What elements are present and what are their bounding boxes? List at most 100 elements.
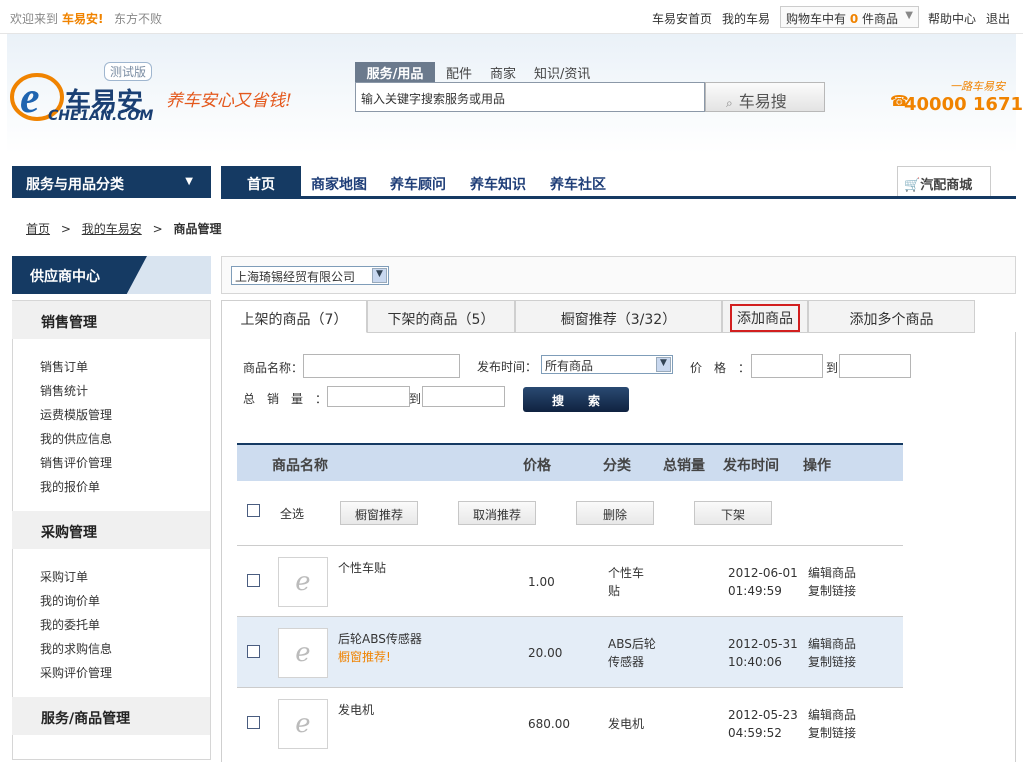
edit-product-link[interactable]: 编辑商品 (808, 706, 856, 724)
brand-link[interactable]: 车易安! (62, 10, 103, 27)
search-submit-button[interactable]: 搜 索 (523, 387, 629, 412)
logo-domain: CHE1AN.COM (48, 108, 154, 124)
tab-add-multiple[interactable]: 添加多个商品 (808, 300, 975, 333)
product-name[interactable]: 个性车贴 (338, 559, 386, 576)
cart-icon: 🛒 (904, 178, 921, 193)
breadcrumb-separator: > (60, 222, 71, 236)
filter-price-label: 价 格 ： (690, 361, 751, 375)
copy-link[interactable]: 复制链接 (808, 724, 856, 742)
product-thumbnail[interactable]: ℯ (278, 699, 328, 749)
sidebar-item-commissions[interactable]: 我的委托单 (40, 616, 100, 633)
breadcrumb: 首页 > 我的车易安 > 商品管理 (26, 220, 221, 237)
table-row (237, 617, 903, 687)
chevron-down-icon: ▼ (656, 357, 671, 372)
nav-shop-map[interactable]: 商家地图 (311, 174, 367, 194)
category-dropdown[interactable]: 服务与用品分类 ▼ (12, 166, 211, 198)
sidebar-item-purchase-orders[interactable]: 采购订单 (40, 568, 88, 585)
breadcrumb-account[interactable]: 我的车易安 (82, 222, 142, 236)
product-category: 发电机 (608, 717, 645, 731)
search-tab-parts[interactable]: 配件 (446, 63, 472, 82)
tab-showcase[interactable]: 橱窗推荐（3/32） (515, 300, 722, 333)
sales-min-input[interactable] (327, 386, 410, 407)
cart-label: 购物车中有 (786, 12, 847, 26)
sales-max-input[interactable] (422, 386, 505, 407)
my-account-link[interactable]: 我的车易 (722, 10, 770, 27)
filter-name-label: 商品名称： (243, 361, 304, 375)
publish-time-select[interactable]: 所有商品 ▼ (541, 355, 673, 374)
search-button[interactable]: ⌕ 车易搜 (705, 82, 825, 112)
product-category: ABS后轮传感器 (608, 637, 656, 669)
product-thumbnail[interactable]: ℯ (278, 557, 328, 607)
filter-time-label: 发布时间： (477, 360, 538, 374)
search-tab-shops[interactable]: 商家 (490, 63, 516, 82)
cart-count: 0 (849, 12, 859, 26)
copy-link[interactable]: 复制链接 (808, 653, 856, 671)
tab-off-sale[interactable]: 下架的商品（5） (367, 300, 515, 333)
logout-link[interactable]: 退出 (986, 10, 1010, 27)
help-link[interactable]: 帮助中心 (928, 10, 976, 27)
sidebar-item-sales-stats[interactable]: 销售统计 (40, 382, 88, 399)
copy-link[interactable]: 复制链接 (808, 582, 856, 600)
placeholder-logo-icon: ℯ (295, 709, 311, 739)
nav-community[interactable]: 养车社区 (550, 174, 606, 194)
tab-on-sale[interactable]: 上架的商品（7） (221, 300, 367, 333)
search-tab-knowledge[interactable]: 知识/资讯 (534, 63, 590, 82)
sidebar-group-purchase[interactable]: 采购管理 (12, 511, 210, 549)
product-name[interactable]: 后轮ABS传感器 (338, 630, 422, 647)
tab-add-product[interactable]: 添加商品 (722, 300, 808, 333)
chevron-down-icon: ▼ (372, 268, 387, 283)
nav-home[interactable]: 首页 (221, 166, 301, 198)
search-tab-services[interactable]: 服务/用品 (355, 62, 435, 82)
cancel-showcase-button[interactable]: 取消推荐 (458, 501, 536, 525)
slogan: 养车安心又省钱! (166, 91, 292, 111)
nav-underline (221, 196, 1016, 199)
showcase-button[interactable]: 橱窗推荐 (340, 501, 418, 525)
price-max-input[interactable] (839, 354, 911, 378)
sidebar-group-products[interactable]: 服务/商品管理 (12, 697, 210, 735)
select-all-checkbox[interactable] (247, 504, 260, 517)
hotline-number: 40000 16712 (904, 94, 1023, 115)
search-input[interactable]: 输入关键字搜索服务或用品 (355, 82, 705, 112)
table-row (237, 688, 903, 758)
row-checkbox[interactable] (247, 645, 260, 658)
mall-tab[interactable]: 🛒汽配商城 (897, 166, 991, 196)
publish-date: 2012-06-01 (728, 566, 798, 580)
showcase-tag: 橱窗推荐! (338, 650, 391, 664)
edit-product-link[interactable]: 编辑商品 (808, 635, 856, 653)
home-link[interactable]: 车易安首页 (652, 10, 712, 27)
sidebar-group-sales[interactable]: 销售管理 (12, 301, 210, 339)
sidebar-item-sales-reviews[interactable]: 销售评价管理 (40, 454, 112, 471)
sidebar-item-sales-orders[interactable]: 销售订单 (40, 358, 88, 375)
delist-button[interactable]: 下架 (694, 501, 772, 525)
nav-advisor[interactable]: 养车顾问 (390, 174, 446, 194)
placeholder-logo-icon: ℯ (295, 567, 311, 597)
row-checkbox[interactable] (247, 574, 260, 587)
sidebar-item-wanted[interactable]: 我的求购信息 (40, 640, 112, 657)
sidebar-item-inquiries[interactable]: 我的询价单 (40, 592, 100, 609)
price-min-input[interactable] (751, 354, 823, 378)
delete-button[interactable]: 删除 (576, 501, 654, 525)
cart-dropdown[interactable]: 购物车中有 0 件商品 ▼ (780, 6, 919, 28)
product-name-input[interactable] (303, 354, 460, 378)
company-select[interactable]: 上海琦锡经贸有限公司 ▼ (231, 266, 389, 285)
product-name[interactable]: 发电机 (338, 701, 374, 718)
publish-time: 10:40:06 (728, 655, 782, 669)
edit-product-link[interactable]: 编辑商品 (808, 564, 856, 582)
sidebar-item-shipping-template[interactable]: 运费模版管理 (40, 406, 112, 423)
col-name: 商品名称 (272, 458, 328, 474)
caret-down-icon: ▼ (185, 176, 193, 187)
filter-sales-label: 总 销 量 ： (243, 392, 328, 406)
breadcrumb-home[interactable]: 首页 (26, 222, 50, 236)
product-price: 1.00 (528, 575, 555, 589)
sidebar-item-purchase-reviews[interactable]: 采购评价管理 (40, 664, 112, 681)
svg-text:e: e (20, 73, 40, 122)
product-thumbnail[interactable]: ℯ (278, 628, 328, 678)
chevron-down-icon: ▼ (905, 10, 913, 21)
price-to-label: 到 (826, 361, 839, 375)
hotline-label: 一路车易安 (950, 80, 1005, 93)
sidebar-item-quotes[interactable]: 我的报价单 (40, 478, 100, 495)
nav-knowledge[interactable]: 养车知识 (470, 174, 526, 194)
row-checkbox[interactable] (247, 716, 260, 729)
col-category: 分类 (603, 458, 631, 474)
sidebar-item-supply-info[interactable]: 我的供应信息 (40, 430, 112, 447)
